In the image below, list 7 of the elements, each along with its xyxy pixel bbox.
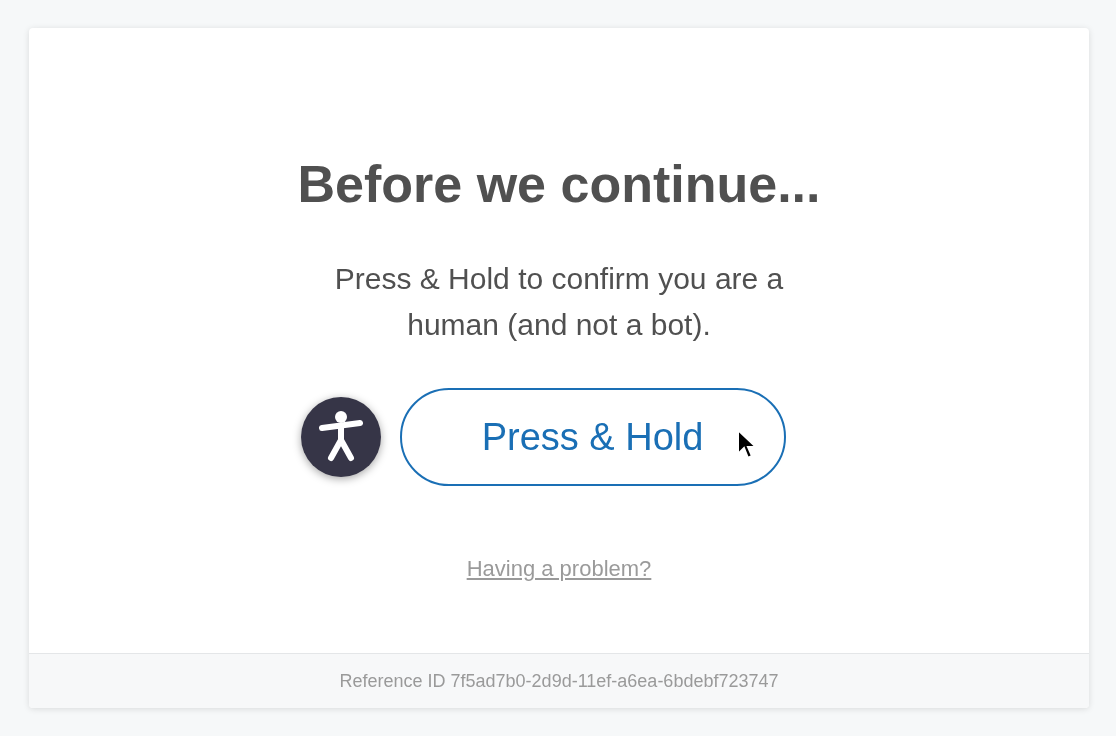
press-and-hold-button[interactable]: Press & Hold [399,388,786,486]
instruction-text: Press & Hold to confirm you are a human (and not a bot). [333,261,785,343]
dialog-title: Before we continue... [297,154,821,215]
help-link[interactable]: Having a problem? [466,552,652,585]
accessibility-button[interactable] [300,397,381,477]
accessibility-icon [318,410,363,464]
reference-id: Reference ID 7f5ad7b0-2d9d-11ef-a6ea-6bdebf723747 [339,669,779,693]
